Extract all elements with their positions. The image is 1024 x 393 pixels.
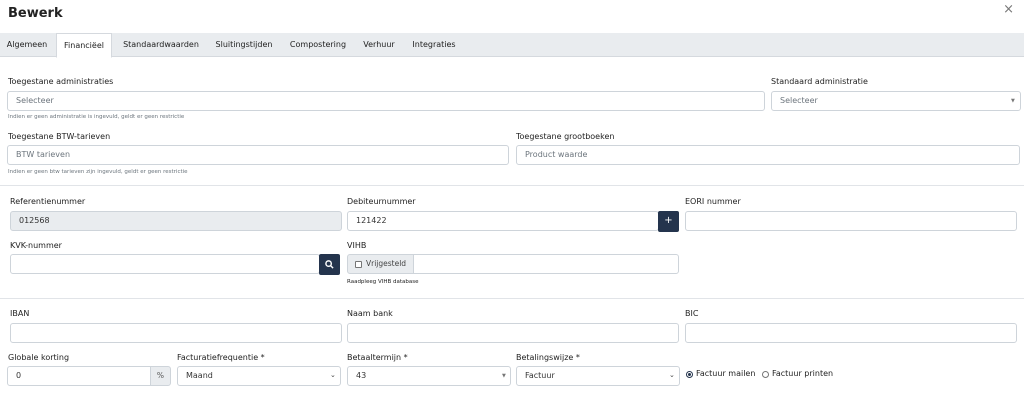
caret-down-icon: ▼ <box>1011 98 1015 104</box>
chevron-down-icon: ⌄ <box>330 371 336 379</box>
tab-sluitingstijden[interactable]: Sluitingstijden <box>209 33 279 57</box>
vrijgesteld-label: Vrijgesteld <box>366 259 407 268</box>
vrijgesteld-checkbox[interactable] <box>355 261 362 268</box>
naam-bank-label: Naam bank <box>347 309 393 318</box>
tab-financieel[interactable]: Financiëel <box>56 33 112 58</box>
korting-field[interactable]: 0 <box>7 366 151 386</box>
naam-bank-field[interactable] <box>347 323 679 343</box>
add-debiteur-button[interactable]: + <box>658 211 679 232</box>
btw-select[interactable]: BTW tarieven <box>7 145 509 165</box>
btw-help: Indien er geen btw tarieven zijn ingevul… <box>8 169 188 175</box>
tab-bar: Algemeen Financiëel Standaardwaarden Slu… <box>0 33 1024 58</box>
korting-label: Globale korting <box>8 353 70 362</box>
tab-compostering[interactable]: Compostering <box>283 33 353 57</box>
close-icon[interactable]: × <box>1003 3 1014 17</box>
standaard-administratie-select[interactable]: Selecteer <box>771 91 1021 111</box>
referentienummer-field: 012568 <box>10 211 342 231</box>
divider <box>0 298 1024 299</box>
factuur-mailen-radio[interactable] <box>686 371 693 378</box>
iban-field[interactable] <box>10 323 342 343</box>
grootboeken-label: Toegestane grootboeken <box>516 132 615 141</box>
administraties-help: Indien er geen administratie is ingevuld… <box>8 114 185 120</box>
kvk-label: KVK-nummer <box>10 241 62 250</box>
factuur-mailen-label: Factuur mailen <box>696 369 756 378</box>
bic-field[interactable] <box>685 323 1017 343</box>
search-icon <box>325 260 334 269</box>
betalingswijze-select[interactable]: Factuur <box>516 366 680 386</box>
vihb-help-link[interactable]: Raadpleeg VIHB database <box>347 279 419 285</box>
eori-label: EORI nummer <box>685 197 741 206</box>
tab-integraties[interactable]: Integraties <box>406 33 462 57</box>
tab-verhuur[interactable]: Verhuur <box>357 33 401 57</box>
kvk-field[interactable] <box>10 254 320 274</box>
chevron-down-icon: ⌄ <box>669 371 675 379</box>
debiteurnummer-label: Debiteurnummer <box>347 197 416 206</box>
modal-title: Bewerk <box>8 6 63 21</box>
administraties-label: Toegestane administraties <box>8 77 114 86</box>
factuur-printen-label: Factuur printen <box>772 369 834 378</box>
tab-standaardwaarden[interactable]: Standaardwaarden <box>118 33 204 57</box>
grootboeken-select[interactable]: Product waarde <box>516 145 1020 165</box>
vihb-field[interactable] <box>413 254 679 274</box>
standaard-administratie-label: Standaard administratie <box>771 77 868 86</box>
betalingswijze-label: Betalingswijze * <box>516 353 580 362</box>
facturatiefrequentie-select[interactable]: Maand <box>177 366 341 386</box>
search-button[interactable] <box>319 254 340 275</box>
percent-addon: % <box>150 366 171 386</box>
factuur-printen-radio[interactable] <box>762 371 769 378</box>
betaaltermijn-label: Betaaltermijn * <box>347 353 408 362</box>
btw-label: Toegestane BTW-tarieven <box>8 132 111 141</box>
bic-label: BIC <box>685 309 699 318</box>
divider <box>0 185 1024 186</box>
caret-down-icon: ▼ <box>502 373 506 379</box>
debiteurnummer-field[interactable]: 121422 <box>347 211 659 231</box>
iban-label: IBAN <box>10 309 30 318</box>
administraties-select[interactable]: Selecteer <box>7 91 765 111</box>
facturatiefrequentie-label: Facturatiefrequentie * <box>177 353 265 362</box>
tab-algemeen[interactable]: Algemeen <box>0 33 54 57</box>
eori-field[interactable] <box>685 211 1017 231</box>
vihb-label: VIHB <box>347 241 367 250</box>
referentienummer-label: Referentienummer <box>10 197 86 206</box>
modal-header: Bewerk × <box>0 0 1024 33</box>
betaaltermijn-select[interactable]: 43 <box>347 366 511 386</box>
